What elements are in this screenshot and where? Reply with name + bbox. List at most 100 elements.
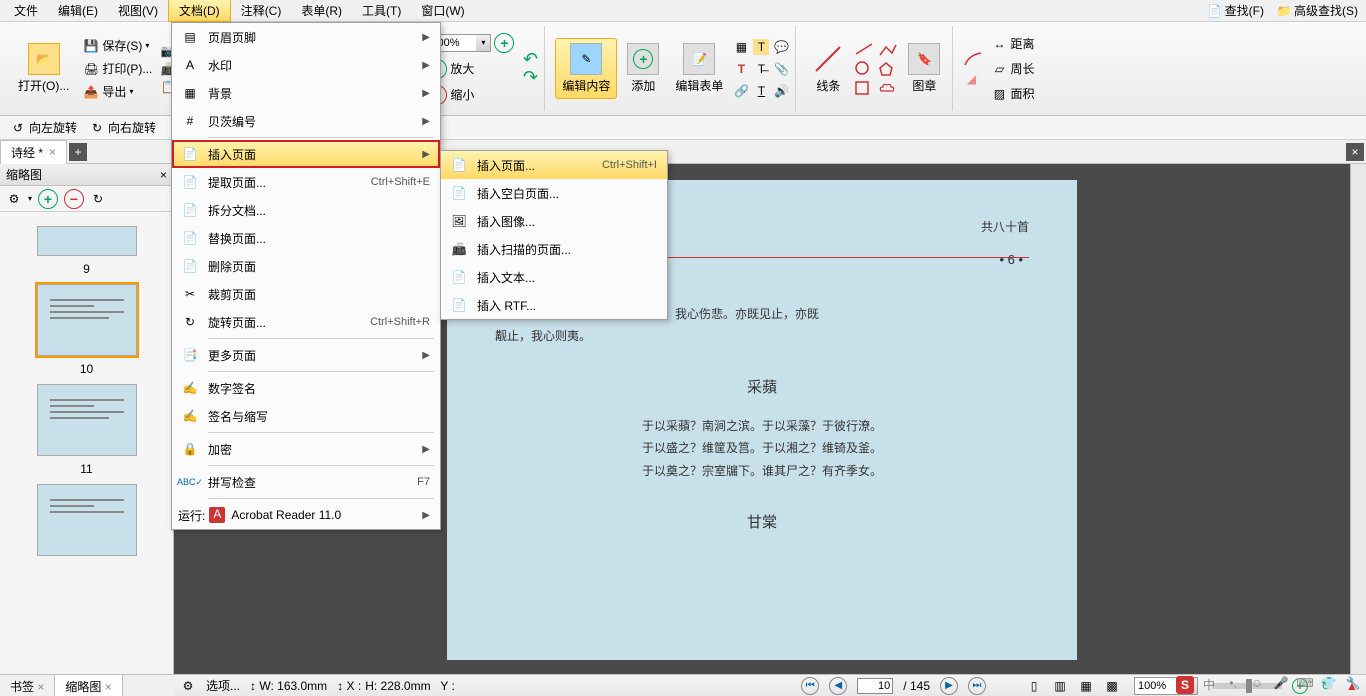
thumb-zoom-in-icon[interactable]: + <box>38 189 58 209</box>
text-tool-icon[interactable]: T <box>733 61 749 77</box>
submenu-insert-pages[interactable]: 📄插入页面...Ctrl+Shift+I <box>441 151 667 179</box>
continuous-icon[interactable]: ▥ <box>1052 678 1068 694</box>
submenu-insert-rtf[interactable]: 📄插入 RTF... <box>441 291 667 319</box>
menu-spellcheck[interactable]: ABC✓拼写检查F7 <box>172 468 440 496</box>
submenu-insert-image[interactable]: 🖼插入图像... <box>441 207 667 235</box>
menu-tool[interactable]: 工具(T) <box>352 0 411 21</box>
tab-close-icon[interactable]: × <box>49 145 56 159</box>
arrow-icon[interactable] <box>854 42 874 56</box>
document-tab[interactable]: 诗经 *× <box>0 140 67 164</box>
thumbnail[interactable] <box>37 284 137 356</box>
thumb-rotate-icon[interactable]: ↻ <box>90 191 106 207</box>
rotate-left-button[interactable]: ↺向左旋转 <box>6 117 81 138</box>
thumbnail[interactable] <box>37 384 137 456</box>
menu-comment[interactable]: 注释(C) <box>231 0 292 21</box>
submenu-insert-scan[interactable]: 📠插入扫描的页面... <box>441 235 667 263</box>
facing-icon[interactable]: ▦ <box>1078 678 1094 694</box>
audio-icon[interactable]: 🔊 <box>773 83 789 99</box>
ime-icon[interactable]: S <box>1176 676 1194 694</box>
menu-more-pages[interactable]: 📑更多页面▶ <box>172 341 440 369</box>
skin-icon[interactable]: 👕 <box>1320 676 1338 694</box>
bookmarks-tab[interactable]: 书签 × <box>0 675 55 696</box>
attach-icon[interactable]: 📎 <box>773 61 789 77</box>
redo-icon[interactable]: ↷ <box>522 70 538 86</box>
zoom-plus-icon[interactable]: + <box>494 33 514 53</box>
emoji-icon[interactable]: ☺ <box>1248 676 1266 694</box>
close-panel-icon[interactable]: × <box>160 168 167 182</box>
circle-shape-icon[interactable] <box>854 60 870 76</box>
note-icon[interactable]: 💬 <box>773 39 789 55</box>
cloud-icon[interactable] <box>878 81 896 95</box>
menu-extract-pages[interactable]: 📄提取页面...Ctrl+Shift+E <box>172 168 440 196</box>
menu-rotate-pages[interactable]: ↻旋转页面...Ctrl+Shift+R <box>172 308 440 336</box>
square-shape-icon[interactable] <box>854 80 870 96</box>
area-button[interactable]: ▨面积 <box>987 83 1038 104</box>
menu-run-acrobat[interactable]: 运行:AAcrobat Reader 11.0▶ <box>172 501 440 529</box>
vertical-scrollbar[interactable] <box>1350 164 1366 676</box>
open-button[interactable]: 📂 打开(O)... <box>12 39 75 98</box>
menu-sign-initials[interactable]: ✍签名与缩写 <box>172 402 440 430</box>
edit-content-button[interactable]: ✎ 编辑内容 <box>555 38 617 99</box>
perimeter-button[interactable]: ▱周长 <box>987 58 1038 79</box>
submenu-insert-text[interactable]: 📄插入文本... <box>441 263 667 291</box>
next-page-button[interactable]: ▶ <box>940 677 958 695</box>
menu-watermark[interactable]: A水印▶ <box>172 51 440 79</box>
menu-edit[interactable]: 编辑(E) <box>48 0 108 21</box>
polyline-icon[interactable] <box>878 43 898 57</box>
close-all-button[interactable]: × <box>1346 143 1364 161</box>
menu-form[interactable]: 表单(R) <box>291 0 352 21</box>
menu-window[interactable]: 窗口(W) <box>411 0 474 21</box>
thumbnail[interactable] <box>37 226 137 256</box>
undo-icon[interactable]: ↶ <box>522 52 538 68</box>
adv-find-button[interactable]: 📁高级查找(S) <box>1272 1 1362 20</box>
menu-digital-sign[interactable]: ✍数字签名 <box>172 374 440 402</box>
prev-page-button[interactable]: ◀ <box>829 677 847 695</box>
edit-form-button[interactable]: 📝 编辑表单 <box>669 39 729 98</box>
submenu-insert-blank[interactable]: 📄插入空白页面... <box>441 179 667 207</box>
highlight-icon[interactable]: T <box>753 39 769 55</box>
single-page-icon[interactable]: ▯ <box>1026 678 1042 694</box>
continuous-facing-icon[interactable]: ▩ <box>1104 678 1120 694</box>
eraser-icon[interactable]: ◢ <box>963 71 979 87</box>
distance-button[interactable]: ↔距离 <box>987 33 1038 54</box>
page-input[interactable] <box>857 678 893 694</box>
keyboard-icon[interactable]: ⌨ <box>1296 676 1314 694</box>
mic-icon[interactable]: 🎤 <box>1272 676 1290 694</box>
print-button[interactable]: 🖨打印(P)... <box>79 58 156 79</box>
save-button[interactable]: 💾保存(S)▾ <box>79 35 156 56</box>
export-button[interactable]: 📤导出▾ <box>79 81 156 102</box>
add-button[interactable]: + 添加 <box>621 39 665 98</box>
menu-background[interactable]: ▦背景▶ <box>172 79 440 107</box>
settings-icon[interactable]: 🔧 <box>1344 676 1362 694</box>
menu-view[interactable]: 视图(V) <box>108 0 168 21</box>
menu-crop-pages[interactable]: ✂裁剪页面 <box>172 280 440 308</box>
menu-split[interactable]: 📄拆分文档... <box>172 196 440 224</box>
link-icon[interactable]: 🔗 <box>733 83 749 99</box>
lines-button[interactable]: 线条 <box>806 39 850 98</box>
pencil-icon[interactable] <box>963 51 983 67</box>
gear-icon[interactable]: ⚙ <box>6 191 22 207</box>
menu-header-footer[interactable]: ▤页眉页脚▶ <box>172 23 440 51</box>
chevron-down-icon[interactable]: ▾ <box>476 35 490 51</box>
menu-file[interactable]: 文件 <box>4 0 48 21</box>
pentagon-icon[interactable] <box>878 61 894 77</box>
strikethrough-icon[interactable]: T̶ <box>753 61 769 77</box>
thumbnail[interactable] <box>37 484 137 556</box>
options-label[interactable]: 选项... <box>206 677 240 694</box>
punct-icon[interactable]: •, <box>1224 676 1242 694</box>
select-icon[interactable]: ▦ <box>733 39 749 55</box>
options-icon[interactable]: ⚙ <box>180 678 196 694</box>
menu-insert-pages[interactable]: 📄插入页面▶ <box>172 140 440 168</box>
thumbnails-tab[interactable]: 缩略图 × <box>55 675 122 696</box>
rotate-right-button[interactable]: ↻向右旋转 <box>85 117 160 138</box>
new-tab-button[interactable]: + <box>69 143 87 161</box>
menu-delete-pages[interactable]: 📄删除页面 <box>172 252 440 280</box>
thumb-zoom-out-icon[interactable]: − <box>64 189 84 209</box>
last-page-button[interactable]: ⏭ <box>968 677 986 695</box>
menu-bates[interactable]: #贝茨编号▶ <box>172 107 440 135</box>
lang-icon[interactable]: 中 <box>1200 676 1218 694</box>
first-page-button[interactable]: ⏮ <box>801 677 819 695</box>
stamp-button[interactable]: 🔖 图章 <box>902 39 946 98</box>
menu-replace-pages[interactable]: 📄替换页面... <box>172 224 440 252</box>
underline-icon[interactable]: T <box>753 83 769 99</box>
